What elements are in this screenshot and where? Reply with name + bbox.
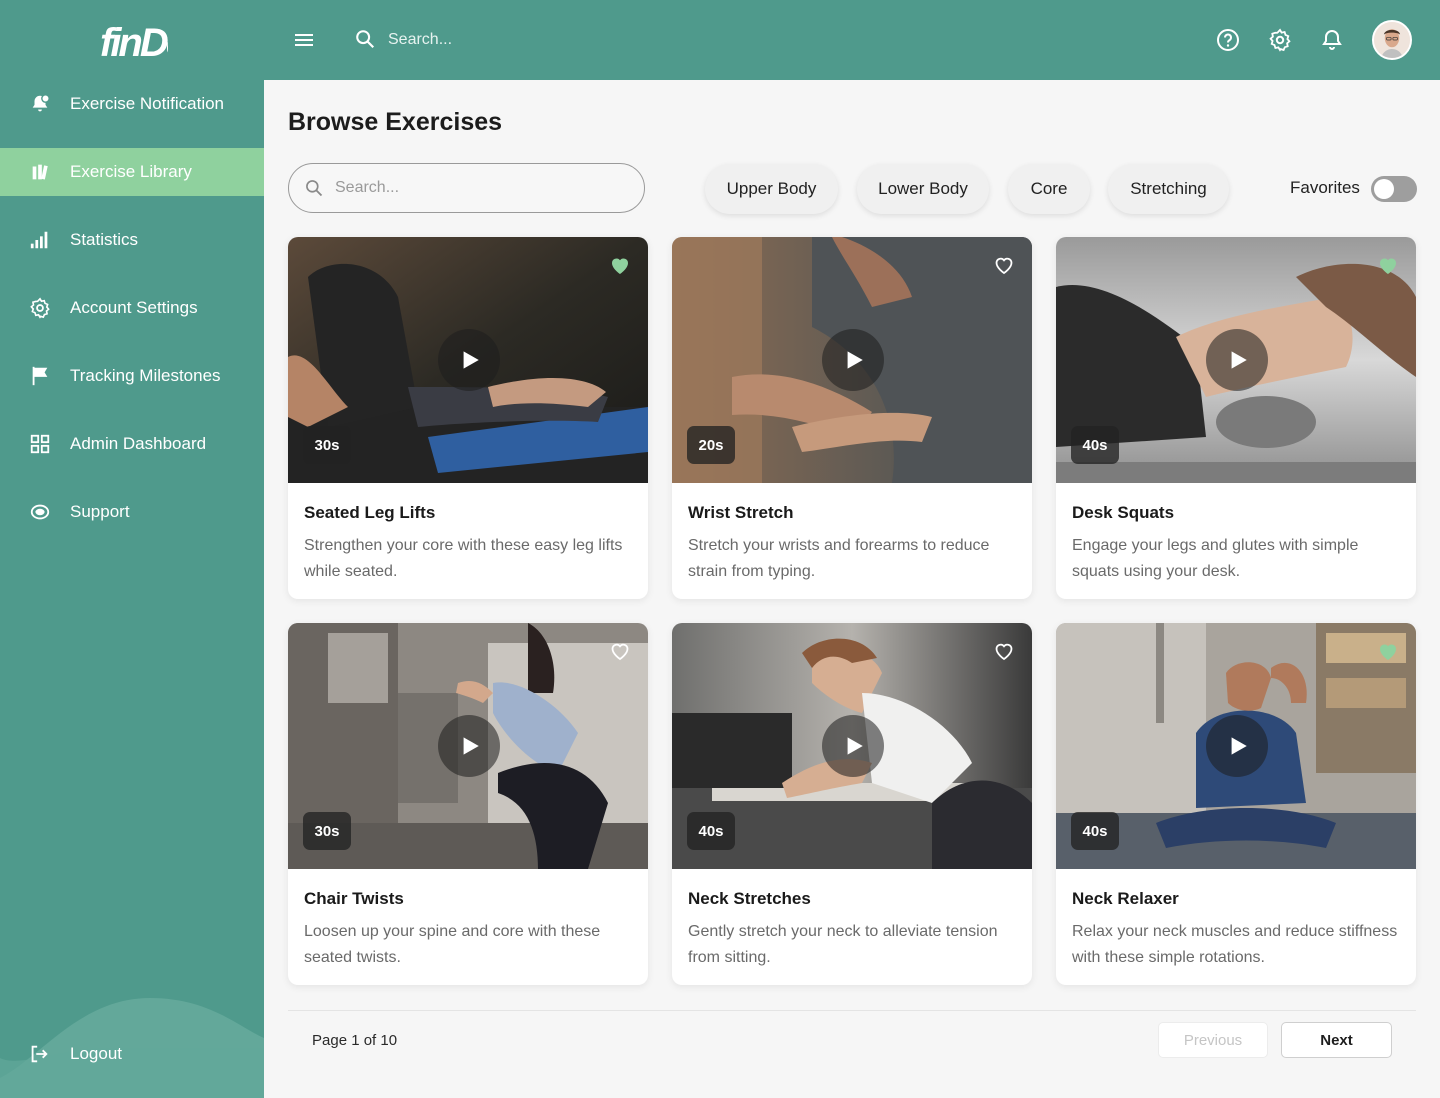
play-button[interactable] [822,715,884,777]
exercise-video-thumbnail[interactable]: 30s [288,623,648,869]
sidebar-item-tracking-milestones[interactable]: Tracking Milestones [0,342,264,410]
heart-filled-icon[interactable] [1376,253,1400,277]
library-books-icon [28,160,52,184]
exercise-card[interactable]: 20s Wrist Stretch Stretch your wrists an… [672,237,1032,599]
card-description: Gently stretch your neck to alleviate te… [688,923,998,966]
sidebar-item-exercise-library[interactable]: Exercise Library [0,148,264,196]
logout-label: Logout [70,1044,122,1063]
search-icon [306,180,323,197]
support-icon [28,500,52,524]
play-button[interactable] [438,715,500,777]
flag-icon [28,364,52,388]
heart-outline-icon[interactable] [992,639,1016,663]
avatar[interactable] [1372,20,1412,60]
exercise-video-thumbnail[interactable]: 40s [672,623,1032,869]
card-title: Desk Squats [1072,503,1175,522]
topbar [264,0,1440,80]
card-title: Neck Stretches [688,889,811,908]
sidebar-item-label: Tracking Milestones [70,366,221,385]
next-page-button[interactable]: Next [1281,1022,1392,1058]
play-icon [847,737,863,755]
exercise-card[interactable]: 40s Neck Stretches Gently stretch your n… [672,623,1032,985]
card-description: Relax your neck muscles and reduce stiff… [1072,923,1398,966]
play-button[interactable] [1206,329,1268,391]
card-title: Chair Twists [304,889,404,908]
previous-page-button[interactable]: Previous [1158,1022,1268,1058]
sidebar-item-label: Account Settings [70,298,198,317]
logout-icon [28,1042,52,1066]
toggle-knob [1374,179,1394,199]
logout-button[interactable]: Logout [0,1022,264,1086]
heart-outline-icon[interactable] [992,253,1016,277]
sidebar: finDe Exercise Notification Exercise Lib… [0,0,264,1098]
sidebar-item-label: Statistics [70,230,139,249]
bar-signal-icon [28,228,52,252]
card-description: Strengthen your core with these easy leg… [304,537,623,580]
exercise-card[interactable]: 40s Neck Relaxer Relax your neck muscles… [1056,623,1416,985]
exercise-search-box [288,163,645,213]
pagination-divider [288,1010,1416,1011]
bell-icon[interactable] [1320,28,1344,52]
play-icon [463,737,479,755]
card-title: Neck Relaxer [1072,889,1179,908]
global-search-input[interactable] [388,26,688,54]
favorites-toggle[interactable] [1371,176,1417,202]
page-info: Page 1 of 10 [312,1032,398,1049]
duration-badge: 40s [1071,812,1119,850]
play-button[interactable] [822,329,884,391]
app-logo[interactable]: finDe [98,18,168,64]
sidebar-nav: Exercise Notification Exercise Library S… [0,70,264,546]
filter-chip-upper-body[interactable]: Upper Body [705,164,838,214]
exercise-card[interactable]: 30s Chair Twists Loosen up your spine an… [288,623,648,985]
card-title: Wrist Stretch [688,503,794,522]
exercise-card[interactable]: 40s Desk Squats Engage your legs and glu… [1056,237,1416,599]
card-title: Seated Leg Lifts [304,503,436,522]
exercise-search-input[interactable] [335,174,625,202]
play-icon [1231,737,1247,755]
sidebar-item-label: Support [70,502,130,521]
filter-chip-lower-body[interactable]: Lower Body [857,164,989,214]
gear-icon[interactable] [1268,28,1292,52]
filter-chip-core[interactable]: Core [1008,164,1090,214]
menu-icon[interactable] [292,28,316,52]
gear-icon [28,296,52,320]
page-title: Browse Exercises [288,108,503,136]
sidebar-item-account-settings[interactable]: Account Settings [0,274,264,342]
exercise-video-thumbnail[interactable]: 40s [1056,237,1416,483]
play-icon [463,351,479,369]
sidebar-item-support[interactable]: Support [0,478,264,546]
sidebar-item-label: Exercise Library [70,162,192,181]
sidebar-item-admin-dashboard[interactable]: Admin Dashboard [0,410,264,478]
bell-alert-icon [28,92,52,116]
card-description: Loosen up your spine and core with these… [304,923,601,966]
play-button[interactable] [1206,715,1268,777]
sidebar-item-label: Exercise Notification [70,94,225,113]
favorites-label: Favorites [1290,178,1360,197]
search-icon [356,30,375,49]
sidebar-item-label: Admin Dashboard [70,434,207,453]
play-button[interactable] [438,329,500,391]
svg-text:finDe: finDe [100,21,168,64]
exercise-video-thumbnail[interactable]: 30s [288,237,648,483]
duration-badge: 30s [303,426,351,464]
card-description: Stretch your wrists and forearms to redu… [688,537,990,580]
duration-badge: 40s [1071,426,1119,464]
exercise-card[interactable]: 30s Seated Leg Lifts Strengthen your cor… [288,237,648,599]
grid-icon [28,432,52,456]
heart-filled-icon[interactable] [608,253,632,277]
heart-outline-icon[interactable] [608,639,632,663]
exercise-video-thumbnail[interactable]: 20s [672,237,1032,483]
duration-badge: 40s [687,812,735,850]
help-icon[interactable] [1216,28,1240,52]
play-icon [1231,351,1247,369]
card-description: Engage your legs and glutes with simple … [1072,537,1359,580]
heart-filled-icon[interactable] [1376,639,1400,663]
exercise-video-thumbnail[interactable]: 40s [1056,623,1416,869]
duration-badge: 30s [303,812,351,850]
sidebar-item-exercise-notification[interactable]: Exercise Notification [0,70,264,138]
play-icon [847,351,863,369]
duration-badge: 20s [687,426,735,464]
sidebar-item-statistics[interactable]: Statistics [0,206,264,274]
filter-chip-stretching[interactable]: Stretching [1108,164,1229,214]
